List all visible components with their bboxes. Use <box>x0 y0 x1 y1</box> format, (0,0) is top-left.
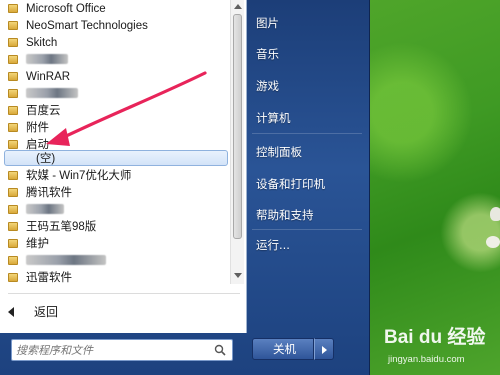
scroll-down-arrow-icon[interactable] <box>234 273 242 278</box>
program-folder-redacted[interactable] <box>8 253 228 269</box>
back-arrow-icon <box>8 307 14 317</box>
search-box[interactable] <box>11 339 233 361</box>
baidu-jingyan-watermark: Bai du 经验 jingyan.baidu.com <box>380 318 498 374</box>
folder-icon <box>8 4 18 13</box>
back-label: 返回 <box>34 305 59 319</box>
program-folder-neosmart[interactable]: NeoSmart Technologies <box>8 18 228 34</box>
wallpaper-detail <box>486 236 500 248</box>
start-menu: Microsoft Office NeoSmart Technologies S… <box>0 0 370 375</box>
program-label: 百度云 <box>26 105 61 117</box>
program-label: 腾讯软件 <box>26 187 72 199</box>
folder-icon <box>8 256 18 265</box>
program-list-scrollbar[interactable] <box>230 0 244 284</box>
divider <box>252 229 362 230</box>
watermark-logo: Bai du 经验 <box>384 327 486 348</box>
watermark-url: jingyan.baidu.com <box>388 354 465 365</box>
program-folder-winrar[interactable]: WinRAR <box>8 69 228 85</box>
program-folder-thunder[interactable]: 迅雷软件 <box>8 270 228 286</box>
folder-icon <box>8 239 18 248</box>
program-label: 软媒 - Win7优化大师 <box>26 170 132 182</box>
folder-icon <box>8 55 18 64</box>
folder-icon <box>8 123 18 132</box>
shutdown-label: 关机 <box>273 342 296 356</box>
redacted-label <box>26 255 106 265</box>
folder-icon <box>8 89 18 98</box>
program-folder-tencent[interactable]: 腾讯软件 <box>8 185 228 201</box>
program-folder-microsoft-office[interactable]: Microsoft Office <box>8 1 228 17</box>
divider <box>252 133 362 134</box>
program-label: Skitch <box>26 37 58 49</box>
divider <box>8 293 240 294</box>
folder-icon <box>8 222 18 231</box>
redacted-label <box>26 88 78 98</box>
search-input[interactable] <box>16 342 206 358</box>
shutdown-options-button[interactable] <box>314 338 334 360</box>
folder-icon <box>8 106 18 115</box>
shutdown-button[interactable]: 关机 <box>252 338 314 360</box>
program-label: 附件 <box>26 122 49 134</box>
folder-icon <box>8 140 18 149</box>
menu-item-help-support[interactable]: 帮助和支持 <box>256 207 314 223</box>
program-folder-redacted[interactable] <box>8 202 228 218</box>
program-label: 迅雷软件 <box>26 272 72 284</box>
menu-item-control-panel[interactable]: 控制面板 <box>256 144 302 160</box>
menu-item-computer[interactable]: 计算机 <box>256 110 291 126</box>
redacted-label <box>26 204 64 214</box>
program-label: WinRAR <box>26 71 71 83</box>
program-folder-redacted[interactable] <box>8 86 228 102</box>
folder-icon <box>8 273 18 282</box>
program-label: Microsoft Office <box>26 3 106 15</box>
program-list: Microsoft Office NeoSmart Technologies S… <box>0 0 230 288</box>
folder-icon <box>8 72 18 81</box>
wallpaper-detail <box>490 207 500 221</box>
folder-icon <box>8 171 18 180</box>
menu-item-devices-printers[interactable]: 设备和打印机 <box>256 176 325 192</box>
menu-item-pictures[interactable]: 图片 <box>256 15 279 31</box>
program-folder-skitch[interactable]: Skitch <box>8 35 228 51</box>
menu-item-run[interactable]: 运行... <box>256 237 290 253</box>
program-folder-baiduyun[interactable]: 百度云 <box>8 103 228 119</box>
folder-icon <box>8 21 18 30</box>
folder-icon <box>8 38 18 47</box>
scroll-up-arrow-icon[interactable] <box>234 4 242 9</box>
program-label: NeoSmart Technologies <box>26 20 148 32</box>
program-folder-ruanmei[interactable]: 软媒 - Win7优化大师 <box>8 168 228 184</box>
chevron-right-icon <box>322 346 327 354</box>
programs-pane: Microsoft Office NeoSmart Technologies S… <box>0 0 247 333</box>
program-folder-maintenance[interactable]: 维护 <box>8 236 228 252</box>
folder-icon <box>8 205 18 214</box>
menu-item-games[interactable]: 游戏 <box>256 78 279 94</box>
program-folder-accessories[interactable]: 附件 <box>8 120 228 136</box>
program-item-empty[interactable]: (空) <box>4 150 228 166</box>
folder-icon <box>8 188 18 197</box>
program-folder-redacted[interactable] <box>8 52 228 68</box>
program-label: 王码五笔98版 <box>26 221 97 233</box>
redacted-label <box>26 54 68 64</box>
menu-item-music[interactable]: 音乐 <box>256 46 279 62</box>
program-label: 维护 <box>26 238 49 250</box>
search-icon[interactable] <box>214 344 226 356</box>
back-button[interactable]: 返回 <box>8 303 208 321</box>
program-folder-wangma[interactable]: 王码五笔98版 <box>8 219 228 235</box>
scrollbar-thumb[interactable] <box>233 14 242 239</box>
program-label: (空) <box>36 153 56 165</box>
